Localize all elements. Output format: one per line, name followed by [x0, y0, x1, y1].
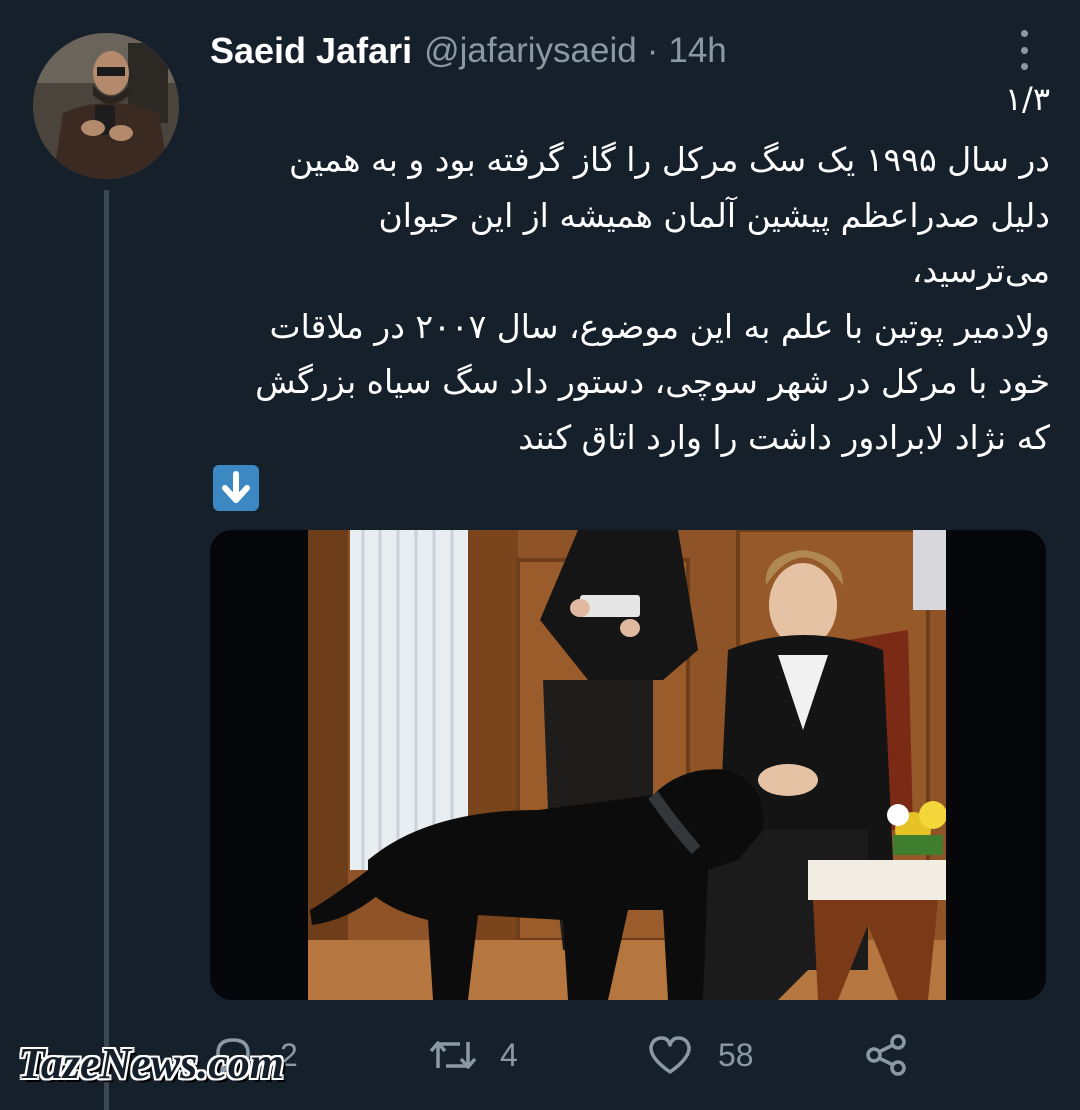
tweet-text-line: ولادمیر پوتین با علم به این موضوع، سال ۲… [269, 306, 1050, 346]
more-options-icon[interactable] [1014, 30, 1034, 70]
tweet-header: Saeid Jafari @jafariysaeid · 14h [210, 26, 727, 76]
thread-connector-line [104, 190, 109, 1110]
author-handle[interactable]: @jafariysaeid [424, 31, 637, 71]
retweet-button[interactable]: 4 [426, 1030, 518, 1080]
tweet-text-line: خود با مرکل در شهر سوچی، دستور داد سگ سی… [255, 362, 1050, 401]
tweet-text-line: می‌ترسید، [911, 251, 1050, 290]
like-count: 58 [718, 1036, 754, 1073]
header-separator: · [646, 31, 659, 70]
tweet-actions: 2 4 58 [210, 1030, 1050, 1080]
share-icon [866, 1034, 906, 1076]
retweet-count: 4 [500, 1036, 518, 1073]
retweet-icon [429, 1041, 477, 1069]
author-name[interactable]: Saeid Jafari [210, 30, 412, 72]
down-arrow-emoji-icon [213, 465, 259, 511]
watermark: TazeNews.com [18, 1039, 285, 1088]
like-button[interactable]: 58 [646, 1030, 754, 1080]
avatar-photo [33, 33, 179, 179]
tweet-text-line: در سال ۱۹۹۵ یک سگ مرکل را گاز گرفته بود … [288, 140, 1050, 179]
author-avatar[interactable] [33, 33, 179, 179]
heart-icon [649, 1036, 691, 1074]
tweet-text: در سال ۱۹۹۵ یک سگ مرکل را گاز گرفته بود … [210, 132, 1050, 465]
tweet-text-line: که نژاد لابرادور داشت را وارد اتاق کنند [518, 417, 1050, 457]
tweet-media[interactable] [210, 530, 1046, 1000]
thread-counter: ۱/۳ [1004, 80, 1050, 118]
tweet-photo[interactable] [308, 530, 946, 1000]
share-button[interactable] [862, 1030, 910, 1080]
tweet-text-line: دلیل صدراعظم پیشین آلمان همیشه از این حی… [378, 195, 1050, 235]
tweet-timestamp[interactable]: 14h [668, 31, 726, 71]
